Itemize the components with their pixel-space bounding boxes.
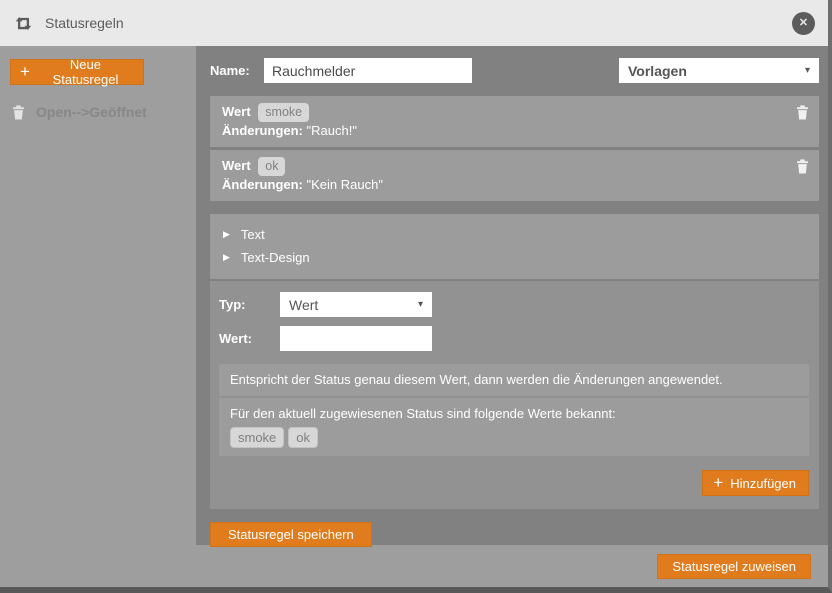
typ-dropdown-value: Wert bbox=[289, 297, 318, 313]
known-values: smoke ok bbox=[230, 427, 798, 448]
wert-label: Wert: bbox=[219, 331, 280, 346]
collapsed-arrow-icon: ▶ bbox=[223, 253, 230, 262]
rule-value-line: Wert ok bbox=[222, 157, 809, 176]
section-text[interactable]: ▶ Text bbox=[223, 223, 806, 246]
templates-dropdown[interactable]: Vorlagen ▾ bbox=[619, 58, 819, 83]
rule-value-badge: ok bbox=[258, 157, 285, 176]
hint-box: Entspricht der Status genau diesem Wert,… bbox=[219, 364, 809, 456]
add-value-label: Hinzufügen bbox=[730, 476, 796, 491]
dialog-body: + Neue Statusregel Open-->Geöffnet Name:… bbox=[0, 46, 828, 545]
collapsed-arrow-icon: ▶ bbox=[223, 230, 230, 239]
sections-panel: ▶ Text ▶ Text-Design bbox=[210, 214, 819, 279]
known-value-badge: ok bbox=[288, 427, 318, 448]
name-input[interactable] bbox=[264, 58, 472, 83]
delete-rule-button[interactable] bbox=[795, 159, 810, 174]
rule-changes-text: "Kein Rauch" bbox=[307, 177, 383, 192]
wert-input[interactable] bbox=[280, 326, 432, 351]
rule-value-line: Wert smoke bbox=[222, 103, 809, 122]
rule-editor-panel: Typ: Wert ▾ Wert: Entspricht der Status … bbox=[210, 281, 819, 509]
typ-label: Typ: bbox=[219, 297, 280, 312]
main-panel: Name: Vorlagen ▾ Wert smoke Änderungen: bbox=[196, 46, 828, 545]
typ-field-row: Typ: Wert ▾ bbox=[219, 292, 809, 317]
rule-value-badge: smoke bbox=[258, 103, 309, 122]
rule-row[interactable]: Wert smoke Änderungen: "Rauch!" bbox=[210, 96, 819, 147]
rule-field-label: Wert bbox=[222, 158, 251, 173]
new-statusregel-button[interactable]: + Neue Statusregel bbox=[10, 59, 144, 85]
trash-icon bbox=[795, 105, 810, 120]
chevron-down-icon: ▾ bbox=[805, 66, 810, 76]
close-button[interactable]: ✕ bbox=[792, 12, 815, 35]
repeat-icon bbox=[13, 13, 34, 34]
dialog-title: Statusregeln bbox=[45, 15, 124, 31]
hint-known-row: Für den aktuell zugewiesenen Status sind… bbox=[219, 398, 809, 456]
hint-known-text: Für den aktuell zugewiesenen Status sind… bbox=[230, 406, 616, 421]
known-value-badge: smoke bbox=[230, 427, 284, 448]
rule-changes-line: Änderungen: "Kein Rauch" bbox=[222, 176, 809, 193]
close-icon: ✕ bbox=[799, 12, 808, 35]
new-statusregel-label: Neue Statusregel bbox=[37, 57, 134, 87]
rule-changes-line: Änderungen: "Rauch!" bbox=[222, 122, 809, 139]
rule-field-label: Wert bbox=[222, 104, 251, 119]
rule-changes-text: "Rauch!" bbox=[307, 123, 357, 138]
rule-changes-label: Änderungen: bbox=[222, 177, 303, 192]
rule-row[interactable]: Wert ok Änderungen: "Kein Rauch" bbox=[210, 150, 819, 201]
typ-dropdown[interactable]: Wert ▾ bbox=[280, 292, 432, 317]
plus-icon: + bbox=[713, 474, 723, 491]
name-label: Name: bbox=[210, 63, 264, 78]
plus-icon: + bbox=[20, 63, 30, 80]
sidebar: + Neue Statusregel Open-->Geöffnet bbox=[0, 46, 196, 545]
templates-dropdown-value: Vorlagen bbox=[628, 63, 687, 79]
section-text-label: Text bbox=[241, 227, 265, 242]
trash-icon bbox=[795, 159, 810, 174]
hint-match-row: Entspricht der Status genau diesem Wert,… bbox=[219, 364, 809, 396]
add-value-button[interactable]: + Hinzufügen bbox=[702, 470, 809, 496]
rule-list: Wert smoke Änderungen: "Rauch!" bbox=[210, 96, 819, 201]
sidebar-item-statusregel[interactable]: Open-->Geöffnet bbox=[10, 104, 186, 120]
trash-icon[interactable] bbox=[11, 105, 26, 120]
hint-match-text: Entspricht der Status genau diesem Wert,… bbox=[230, 372, 723, 387]
save-statusregel-button[interactable]: Statusregel speichern bbox=[210, 522, 372, 547]
name-row: Name: Vorlagen ▾ bbox=[210, 58, 819, 83]
sidebar-item-label: Open-->Geöffnet bbox=[36, 104, 147, 120]
delete-rule-button[interactable] bbox=[795, 105, 810, 120]
rule-changes-label: Änderungen: bbox=[222, 123, 303, 138]
statusregeln-dialog: Statusregeln ✕ + Neue Statusregel Open--… bbox=[0, 0, 832, 593]
section-text-design[interactable]: ▶ Text-Design bbox=[223, 246, 806, 269]
section-text-design-label: Text-Design bbox=[241, 250, 310, 265]
dialog-footer: Statusregel zuweisen bbox=[0, 545, 828, 587]
save-statusregel-label: Statusregel speichern bbox=[228, 527, 354, 542]
titlebar: Statusregeln ✕ bbox=[0, 0, 828, 46]
chevron-down-icon: ▾ bbox=[418, 300, 423, 310]
add-row: + Hinzufügen bbox=[219, 470, 809, 496]
assign-statusregel-label: Statusregel zuweisen bbox=[672, 559, 796, 574]
assign-statusregel-button[interactable]: Statusregel zuweisen bbox=[657, 554, 811, 579]
wert-field-row: Wert: bbox=[219, 326, 809, 351]
